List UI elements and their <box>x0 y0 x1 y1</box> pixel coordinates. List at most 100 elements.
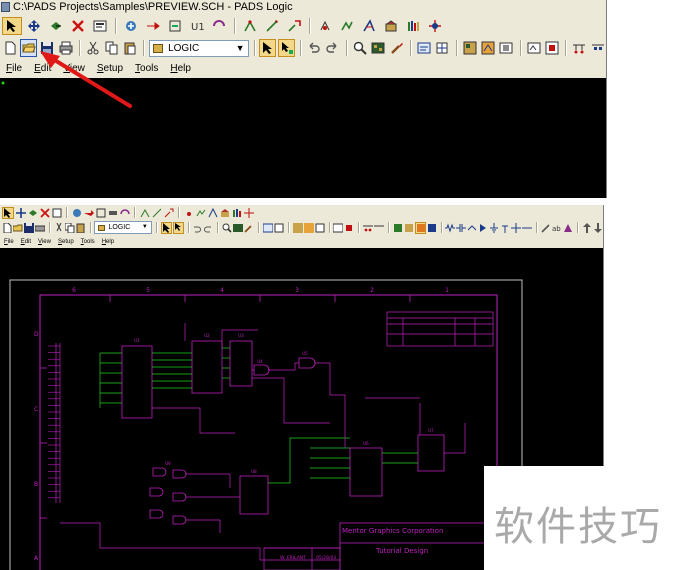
cross-probe-icon[interactable] <box>243 207 254 219</box>
new-file-icon[interactable] <box>2 222 12 234</box>
delete-x-icon[interactable] <box>39 207 50 219</box>
split-wire-icon[interactable] <box>240 17 260 35</box>
menu-file[interactable]: File <box>6 63 22 74</box>
save-icon[interactable] <box>39 39 55 57</box>
query-icon[interactable] <box>183 207 194 219</box>
router-link-icon[interactable] <box>303 222 314 234</box>
select-filter-icon[interactable] <box>172 221 184 234</box>
cross-probe-icon[interactable] <box>425 17 445 35</box>
decal-editor-icon[interactable] <box>219 207 230 219</box>
layer-combo[interactable]: LOGIC ▼ <box>149 39 249 57</box>
add-gate-icon[interactable] <box>393 222 403 234</box>
add-connection-icon[interactable] <box>143 17 163 35</box>
add-flop-icon[interactable] <box>414 221 426 234</box>
report-icon[interactable] <box>337 17 357 35</box>
arrow-up-icon[interactable] <box>582 222 592 234</box>
add-bus-entry-icon[interactable] <box>522 222 533 234</box>
undo-icon[interactable] <box>192 222 202 234</box>
edit-text-icon[interactable] <box>541 222 551 234</box>
add-off-page-icon[interactable] <box>284 17 304 35</box>
add-bus-icon[interactable] <box>95 207 106 219</box>
add-inductor-icon[interactable] <box>467 222 477 234</box>
menu-view[interactable]: View <box>38 239 51 245</box>
print-icon[interactable] <box>35 222 45 234</box>
paste-icon[interactable] <box>122 39 138 57</box>
arrow-down-icon[interactable] <box>593 222 603 234</box>
menu-tools[interactable]: Tools <box>81 239 95 245</box>
text-style-icon[interactable] <box>563 222 573 234</box>
properties-icon[interactable] <box>90 17 110 35</box>
properties-icon[interactable] <box>51 207 62 219</box>
query-icon[interactable] <box>315 17 335 35</box>
text-size-icon[interactable]: ab <box>552 222 562 234</box>
select-filter-icon[interactable] <box>278 39 295 57</box>
redraw-icon[interactable] <box>244 222 254 234</box>
redo-icon[interactable] <box>203 222 213 234</box>
decal-editor-icon[interactable] <box>381 17 401 35</box>
menu-setup[interactable]: Setup <box>97 63 123 74</box>
session-icon[interactable] <box>416 39 432 57</box>
add-capacitor-icon[interactable] <box>456 222 467 234</box>
add-diode-icon[interactable] <box>478 222 488 234</box>
add-junction-icon[interactable] <box>511 222 522 234</box>
design-canvas[interactable] <box>0 78 606 198</box>
add-wire-icon[interactable] <box>262 17 282 35</box>
delete-x-icon[interactable] <box>68 17 88 35</box>
layout-link-icon[interactable] <box>461 39 477 57</box>
wizard-icon[interactable] <box>363 222 374 234</box>
paste-icon[interactable] <box>76 222 86 234</box>
move-icon[interactable] <box>24 17 44 35</box>
chevron-down-icon[interactable]: ▼ <box>142 224 148 230</box>
add-field-icon[interactable] <box>119 207 130 219</box>
add-off-page-icon[interactable] <box>163 207 174 219</box>
redo-icon[interactable] <box>324 39 340 57</box>
model-icon[interactable] <box>344 222 354 234</box>
chevron-down-icon[interactable]: ▼ <box>236 43 245 53</box>
netlist-icon[interactable] <box>274 222 284 234</box>
select-arrow-icon[interactable] <box>2 206 14 219</box>
sheet-icon[interactable] <box>333 222 344 234</box>
save-icon[interactable] <box>24 222 34 234</box>
part-editor-icon[interactable] <box>498 39 514 57</box>
add-connection-icon[interactable] <box>83 207 94 219</box>
add-bus-icon[interactable] <box>165 17 185 35</box>
layer-combo[interactable]: LOGIC ▼ <box>94 221 152 234</box>
report-icon[interactable] <box>195 207 206 219</box>
wizard-icon[interactable] <box>571 39 587 57</box>
menu-tools[interactable]: Tools <box>135 63 158 74</box>
select-arrow-icon[interactable] <box>2 17 22 35</box>
menu-view[interactable]: View <box>63 63 85 74</box>
menu-edit[interactable]: Edit <box>34 63 51 74</box>
rotate-icon[interactable] <box>46 17 66 35</box>
add-ground-icon[interactable] <box>489 222 499 234</box>
add-text-icon[interactable]: U1 <box>187 17 207 35</box>
cut-icon[interactable] <box>85 39 101 57</box>
zoom-icon[interactable] <box>222 222 232 234</box>
add-part-icon[interactable] <box>121 17 141 35</box>
attributes-icon[interactable] <box>207 207 218 219</box>
menu-setup[interactable]: Setup <box>58 239 74 245</box>
part-editor-icon[interactable] <box>315 222 325 234</box>
select-mode-icon[interactable] <box>259 39 277 57</box>
attributes-icon[interactable] <box>359 17 379 35</box>
copy-icon[interactable] <box>103 39 119 57</box>
router-link-icon[interactable] <box>480 39 496 57</box>
redraw-icon[interactable] <box>388 39 404 57</box>
layout-link-icon[interactable] <box>292 222 303 234</box>
menu-help[interactable]: Help <box>170 63 191 74</box>
new-file-icon[interactable] <box>2 39 18 57</box>
zoom-icon[interactable] <box>352 39 368 57</box>
add-resistor-icon[interactable] <box>445 222 456 234</box>
model-icon[interactable] <box>544 39 560 57</box>
add-text-icon[interactable] <box>107 207 118 219</box>
print-icon[interactable] <box>58 39 74 57</box>
sheet-icon[interactable] <box>526 39 542 57</box>
copy-icon[interactable] <box>64 222 75 234</box>
tool-wizard-icon[interactable] <box>374 222 385 234</box>
add-field-icon[interactable] <box>209 17 229 35</box>
view-board-icon[interactable] <box>370 39 386 57</box>
session-icon[interactable] <box>262 222 273 234</box>
undo-icon[interactable] <box>306 39 322 57</box>
open-file-icon[interactable] <box>13 222 23 234</box>
move-icon[interactable] <box>15 207 26 219</box>
